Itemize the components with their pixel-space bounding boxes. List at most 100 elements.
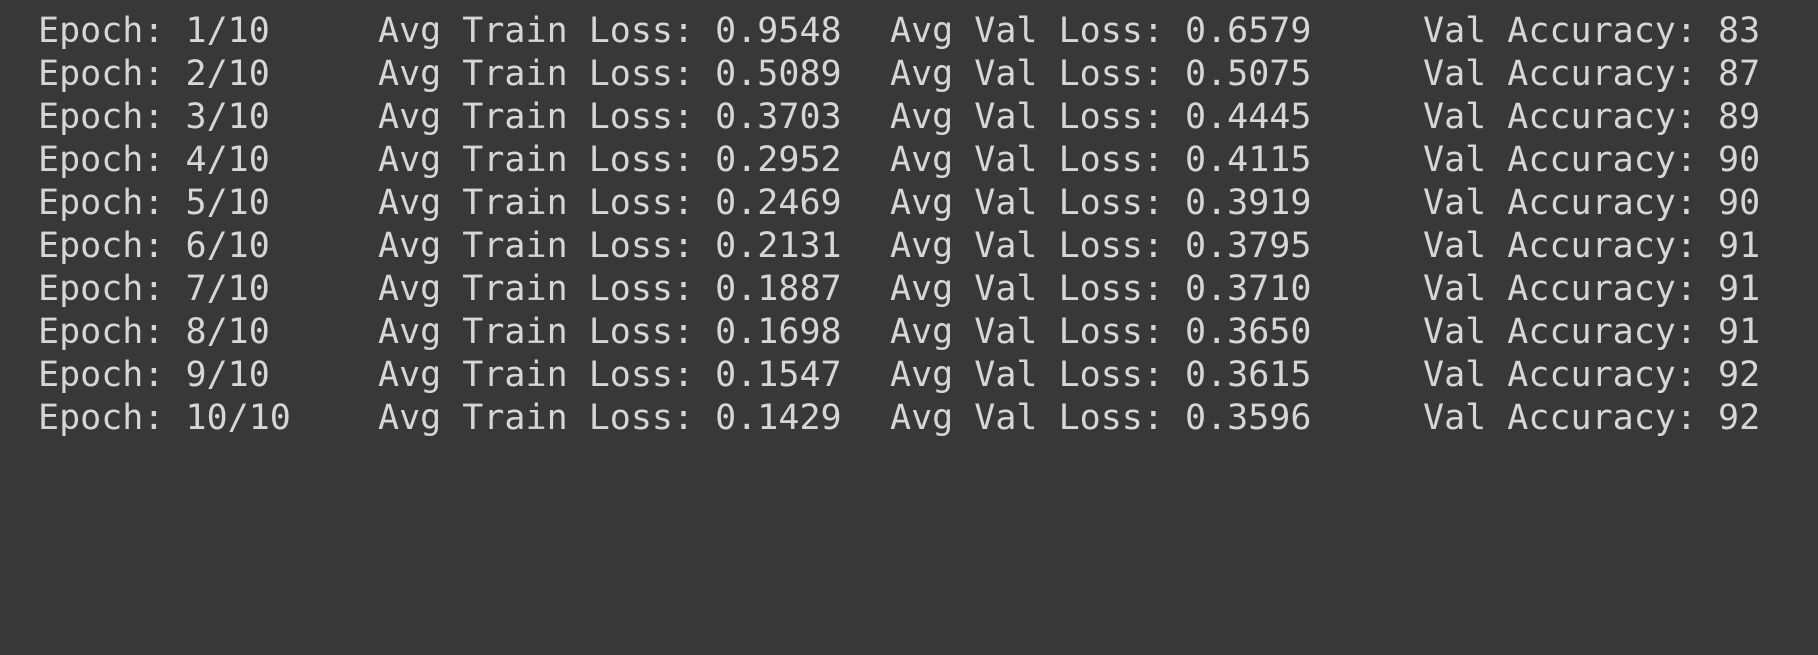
epoch-label: Epoch: [38,269,165,309]
val-accuracy-label: Val Accuracy: [1423,312,1697,352]
val-accuracy-label: Val Accuracy: [1423,183,1697,223]
epoch-value: 9/10 [185,355,270,395]
epoch-label: Epoch: [38,226,165,266]
epoch-label: Epoch: [38,54,165,94]
train-loss-label: Avg Train Loss: [378,54,695,94]
train-loss-field: Avg Train Loss: 0.2952 [378,139,842,182]
val-loss-label: Avg Val Loss: [890,140,1164,180]
train-loss-value: 0.3703 [715,97,842,137]
train-loss-value: 0.5089 [715,54,842,94]
train-loss-label: Avg Train Loss: [378,226,695,266]
train-loss-label: Avg Train Loss: [378,355,695,395]
val-accuracy-label: Val Accuracy: [1423,97,1697,137]
train-loss-label: Avg Train Loss: [378,183,695,223]
val-loss-label: Avg Val Loss: [890,97,1164,137]
val-loss-label: Avg Val Loss: [890,398,1164,438]
train-loss-label: Avg Train Loss: [378,269,695,309]
val-accuracy-value: 91 [1718,226,1761,266]
train-loss-field: Avg Train Loss: 0.1429 [378,397,842,440]
train-loss-field: Avg Train Loss: 0.5089 [378,53,842,96]
epoch-label: Epoch: [38,97,165,137]
epoch-field: Epoch: 4/10 [38,139,270,182]
terminal-output: Epoch: 1/10 Avg Train Loss: 0.9548 Avg V… [0,0,1818,470]
train-loss-value: 0.2952 [715,140,842,180]
log-line: Epoch: 7/10 Avg Train Loss: 0.1887 Avg V… [0,268,1818,311]
val-loss-field: Avg Val Loss: 0.4445 [890,96,1311,139]
train-loss-value: 0.1887 [715,269,842,309]
val-loss-value: 0.6579 [1185,11,1312,51]
val-accuracy-field: Val Accuracy: 91 [1423,268,1760,311]
val-accuracy-value: 91 [1718,269,1761,309]
epoch-label: Epoch: [38,312,165,352]
epoch-field: Epoch: 10/10 [38,397,291,440]
log-line: Epoch: 8/10 Avg Train Loss: 0.1698 Avg V… [0,311,1818,354]
val-loss-value: 0.3919 [1185,183,1312,223]
val-accuracy-value: 90 [1718,140,1761,180]
train-loss-value: 0.2131 [715,226,842,266]
val-accuracy-value: 89 [1718,97,1761,137]
epoch-value: 3/10 [185,97,270,137]
train-loss-field: Avg Train Loss: 0.3703 [378,96,842,139]
epoch-value: 5/10 [185,183,270,223]
log-line: Epoch: 2/10 Avg Train Loss: 0.5089 Avg V… [0,53,1818,96]
epoch-label: Epoch: [38,398,165,438]
epoch-value: 10/10 [185,398,291,438]
epoch-field: Epoch: 3/10 [38,96,270,139]
val-accuracy-value: 83 [1718,11,1761,51]
val-accuracy-value: 87 [1718,54,1761,94]
val-accuracy-value: 92 [1718,398,1761,438]
epoch-value: 2/10 [185,54,270,94]
train-loss-value: 0.1547 [715,355,842,395]
train-loss-field: Avg Train Loss: 0.1547 [378,354,842,397]
val-accuracy-field: Val Accuracy: 89 [1423,96,1760,139]
val-accuracy-field: Val Accuracy: 87 [1423,53,1760,96]
val-loss-label: Avg Val Loss: [890,11,1164,51]
val-loss-field: Avg Val Loss: 0.5075 [890,53,1311,96]
val-accuracy-field: Val Accuracy: 91 [1423,225,1760,268]
epoch-value: 4/10 [185,140,270,180]
epoch-value: 6/10 [185,226,270,266]
train-loss-field: Avg Train Loss: 0.1698 [378,311,842,354]
train-loss-label: Avg Train Loss: [378,140,695,180]
val-loss-value: 0.3596 [1185,398,1312,438]
epoch-value: 7/10 [185,269,270,309]
val-loss-label: Avg Val Loss: [890,269,1164,309]
val-accuracy-field: Val Accuracy: 92 [1423,354,1760,397]
val-loss-label: Avg Val Loss: [890,355,1164,395]
log-line: Epoch: 3/10 Avg Train Loss: 0.3703 Avg V… [0,96,1818,139]
val-accuracy-label: Val Accuracy: [1423,54,1697,94]
train-loss-field: Avg Train Loss: 0.9548 [378,10,842,53]
val-loss-label: Avg Val Loss: [890,54,1164,94]
val-accuracy-value: 92 [1718,355,1761,395]
log-line: Epoch: 4/10 Avg Train Loss: 0.2952 Avg V… [0,139,1818,182]
epoch-value: 8/10 [185,312,270,352]
val-loss-field: Avg Val Loss: 0.3710 [890,268,1311,311]
epoch-field: Epoch: 6/10 [38,225,270,268]
epoch-field: Epoch: 5/10 [38,182,270,225]
val-accuracy-field: Val Accuracy: 90 [1423,182,1760,225]
epoch-label: Epoch: [38,183,165,223]
val-loss-field: Avg Val Loss: 0.3795 [890,225,1311,268]
train-loss-label: Avg Train Loss: [378,11,695,51]
epoch-label: Epoch: [38,355,165,395]
log-line: Epoch: 5/10 Avg Train Loss: 0.2469 Avg V… [0,182,1818,225]
train-loss-value: 0.9548 [715,11,842,51]
val-accuracy-label: Val Accuracy: [1423,226,1697,266]
log-line: Epoch: 10/10 Avg Train Loss: 0.1429 Avg … [0,397,1818,440]
train-loss-field: Avg Train Loss: 0.1887 [378,268,842,311]
epoch-field: Epoch: 7/10 [38,268,270,311]
val-accuracy-label: Val Accuracy: [1423,398,1697,438]
train-loss-label: Avg Train Loss: [378,398,695,438]
val-loss-label: Avg Val Loss: [890,312,1164,352]
val-accuracy-value: 91 [1718,312,1761,352]
epoch-field: Epoch: 1/10 [38,10,270,53]
val-loss-field: Avg Val Loss: 0.4115 [890,139,1311,182]
log-line: Epoch: 6/10 Avg Train Loss: 0.2131 Avg V… [0,225,1818,268]
train-loss-label: Avg Train Loss: [378,97,695,137]
val-accuracy-field: Val Accuracy: 92 [1423,397,1760,440]
val-loss-field: Avg Val Loss: 0.6579 [890,10,1311,53]
val-loss-value: 0.5075 [1185,54,1312,94]
val-accuracy-field: Val Accuracy: 83 [1423,10,1760,53]
epoch-field: Epoch: 2/10 [38,53,270,96]
val-accuracy-label: Val Accuracy: [1423,355,1697,395]
